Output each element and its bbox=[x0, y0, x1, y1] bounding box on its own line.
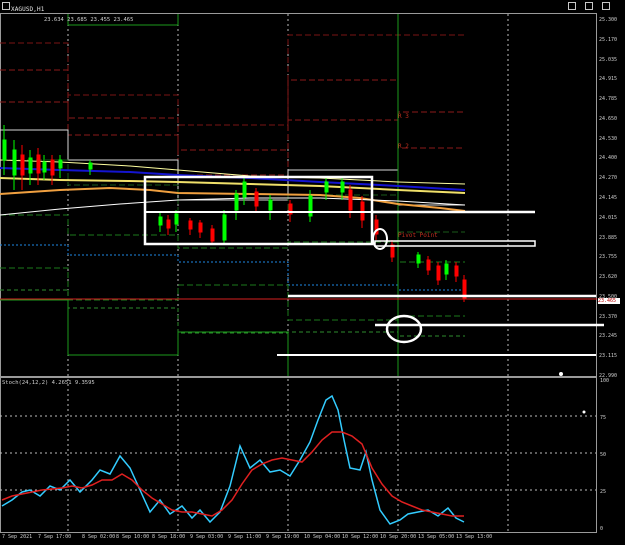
user-annotations bbox=[143, 175, 604, 376]
price-tick-label: 23.885 bbox=[599, 234, 618, 241]
price-tick-label: 25.170 bbox=[599, 36, 618, 43]
time-tick-label: 8 Sep 18:00 bbox=[152, 534, 186, 540]
price-tick-label: 24.785 bbox=[599, 96, 618, 103]
ohlc-readout: 23.634 23.685 23.455 23.465 bbox=[44, 17, 134, 23]
candlesticks bbox=[2, 125, 467, 302]
price-tick-label: 24.270 bbox=[599, 175, 618, 182]
time-tick-label: 10 Sep 12:00 bbox=[342, 534, 379, 540]
time-tick-label: 9 Sep 19:00 bbox=[266, 534, 300, 540]
stoch-pane-frame bbox=[0, 377, 597, 533]
time-tick-label: 13 Sep 13:00 bbox=[456, 534, 493, 540]
stoch-marker bbox=[582, 410, 586, 414]
stoch-tick-label: 0 bbox=[600, 526, 604, 532]
price-tick-label: 24.650 bbox=[599, 115, 618, 122]
price-tick-label: 24.530 bbox=[599, 135, 618, 142]
time-tick-label: 7 Sep 17:00 bbox=[38, 534, 72, 540]
moving-averages bbox=[0, 159, 466, 216]
price-tick-label: 23.370 bbox=[599, 313, 618, 320]
stoch-indicator-label: Stoch(24,12,2) 4.2651 9.3595 bbox=[2, 380, 95, 386]
price-tick-label: 25.035 bbox=[599, 56, 618, 63]
current-price-tag: 23.465 bbox=[598, 298, 620, 304]
price-tick-label: 23.245 bbox=[599, 333, 618, 340]
time-tick-label: 8 Sep 02:00 bbox=[82, 534, 116, 540]
stoch-levels bbox=[0, 415, 596, 491]
stoch-tick-label: 100 bbox=[600, 378, 610, 384]
chart-symbol-label: XAGUSD,H1 bbox=[11, 6, 45, 13]
price-tick-label: 24.015 bbox=[599, 214, 618, 221]
chart-window[interactable]: XAGUSD,H1 23.634 23.685 23.455 23.465 St… bbox=[0, 0, 625, 545]
level-label-r2: R 2 bbox=[398, 143, 409, 150]
price-tick-label: 24.400 bbox=[599, 155, 618, 162]
price-tick-label: 23.755 bbox=[599, 254, 618, 261]
time-tick-label: 10 Sep 20:00 bbox=[380, 534, 417, 540]
price-tick-label: 24.145 bbox=[599, 195, 618, 201]
price-tick-label: 24.915 bbox=[599, 76, 618, 83]
chart-canvas[interactable] bbox=[0, 0, 625, 545]
time-tick-label: 7 Sep 2021 bbox=[2, 534, 33, 540]
stoch-tick-label: 50 bbox=[600, 452, 607, 458]
time-tick-label: 13 Sep 05:00 bbox=[418, 534, 455, 540]
price-tick-label: 23.620 bbox=[599, 274, 618, 281]
stoch-tick-label: 25 bbox=[600, 489, 607, 495]
time-tick-label: 10 Sep 04:00 bbox=[304, 534, 341, 540]
level-label-r3: R 3 bbox=[398, 113, 409, 120]
stoch-main-line bbox=[1, 394, 465, 525]
time-tick-label: 8 Sep 10:00 bbox=[116, 534, 150, 540]
level-label-pivot: Pivot Point bbox=[398, 232, 438, 239]
price-tick-label: 23.115 bbox=[599, 353, 618, 360]
time-tick-label: 9 Sep 11:00 bbox=[228, 534, 262, 540]
stoch-tick-label: 75 bbox=[600, 415, 607, 421]
time-tick-label: 9 Sep 03:00 bbox=[190, 534, 224, 540]
price-tick-label: 25.300 bbox=[599, 17, 618, 23]
